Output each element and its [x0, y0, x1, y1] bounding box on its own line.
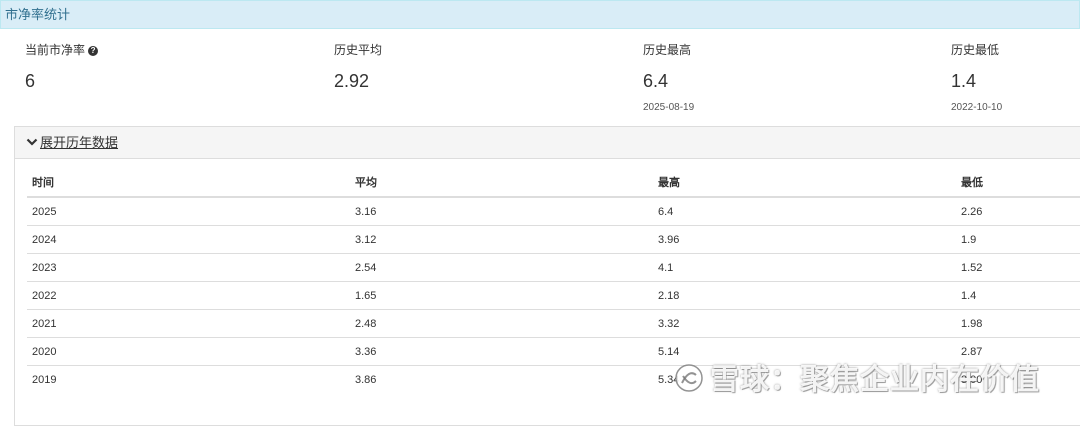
cell-low: 1.52 — [956, 253, 1080, 282]
cell-year: 2022 — [27, 281, 350, 310]
watermark-text: 雪球：聚焦企业内在价值 — [710, 364, 1041, 396]
cell-average: 3.16 — [355, 205, 377, 218]
table-row: 2021 2.48 3.32 1.98 — [27, 309, 1080, 338]
cell-high: 3.32 — [653, 309, 956, 338]
cell-year: 2023 — [27, 253, 350, 282]
column-header-average: 平均 — [350, 167, 653, 198]
table-row: 2022 1.65 2.18 1.4 — [27, 281, 1080, 310]
cell-low: 1.98 — [956, 309, 1080, 338]
chevron-down-icon — [26, 138, 38, 146]
stat-average-label: 历史平均 — [334, 43, 383, 57]
column-header-high: 最高 — [653, 167, 956, 198]
column-header-time: 时间 — [27, 167, 350, 198]
cell-high: 6.4 — [658, 205, 674, 218]
stat-lowest-value: 1.4 — [951, 71, 977, 91]
question-circle-icon[interactable]: ? — [88, 46, 99, 56]
cell-low: 1.4 — [956, 281, 1080, 310]
cell-high: 2.18 — [653, 281, 956, 310]
snowball-logo-icon — [675, 364, 703, 392]
stat-lowest-label: 历史最低 — [951, 43, 1000, 57]
history-toggle[interactable]: 展开历年数据 — [15, 127, 1080, 159]
cell-year: 2025 — [32, 205, 57, 218]
panel-title: 市净率统计 — [5, 7, 71, 22]
table-row: 2024 3.12 3.96 1.9 — [27, 225, 1080, 254]
stat-highest-label: 历史最高 — [643, 43, 692, 57]
stat-lowest-date: 2022-10-10 — [951, 102, 1003, 113]
cell-low: 2.26 — [961, 205, 983, 218]
cell-year: 2020 — [27, 337, 350, 366]
cell-average: 2.48 — [350, 309, 653, 338]
watermark: 雪球：聚焦企业内在价值 — [674, 356, 1040, 398]
stat-highest-value: 6.4 — [643, 71, 669, 91]
cell-average: 3.86 — [350, 365, 653, 393]
table-header-row: 时间 平均 最高 最低 — [27, 167, 1080, 198]
stat-highest-date: 2025-08-19 — [643, 102, 695, 113]
table-row: 2023 2.54 4.1 1.52 — [27, 253, 1080, 282]
cell-year: 2024 — [27, 225, 350, 254]
stat-current-value: 6 — [25, 71, 36, 91]
table-row: 2025 3.16 6.4 2.26 — [27, 197, 1080, 226]
stat-average-value: 2.92 — [334, 71, 370, 91]
cell-average: 3.12 — [350, 225, 653, 254]
cell-average: 2.54 — [350, 253, 653, 282]
cell-average: 1.65 — [350, 281, 653, 310]
stat-current-label-row: 当前市净率? — [25, 41, 99, 58]
cell-high: 3.96 — [653, 225, 956, 254]
cell-year: 2019 — [27, 365, 350, 393]
stat-current-label: 当前市净率 — [25, 43, 86, 57]
cell-average: 3.36 — [350, 337, 653, 366]
cell-low: 1.9 — [956, 225, 1080, 254]
cell-high: 4.1 — [653, 253, 956, 282]
column-header-low: 最低 — [956, 167, 1080, 198]
history-toggle-label[interactable]: 展开历年数据 — [40, 135, 118, 150]
panel-header: 市净率统计 — [0, 0, 1080, 29]
cell-year: 2021 — [27, 309, 350, 338]
